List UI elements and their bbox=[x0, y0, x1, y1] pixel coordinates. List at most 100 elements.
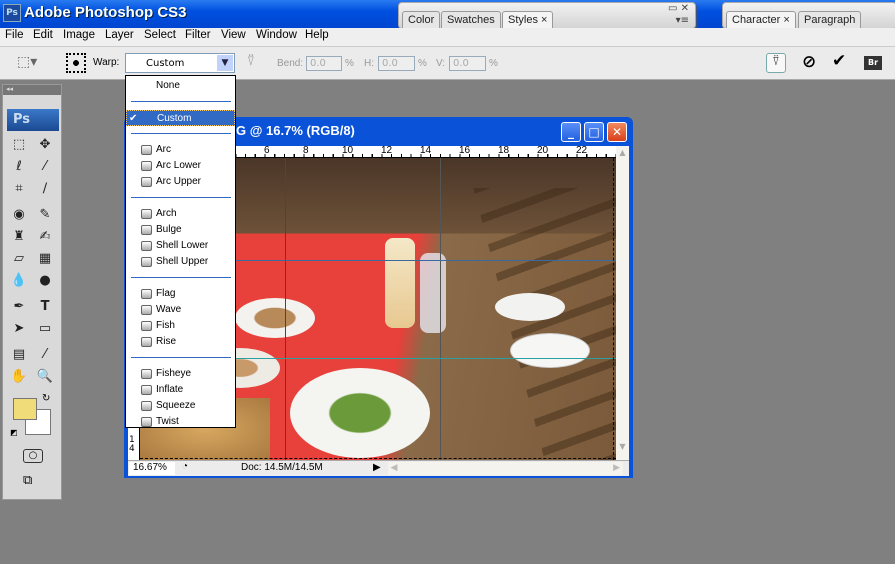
quick-mask-icon[interactable]: ○ bbox=[23, 449, 43, 463]
warp-menu-item-custom[interactable]: ✔ Custom bbox=[126, 110, 235, 126]
dodge-tool-icon[interactable]: ● bbox=[35, 272, 55, 290]
toolbox-collapse-icon[interactable]: ◂◂ bbox=[3, 85, 61, 95]
brush-tool-icon[interactable]: ✎ bbox=[35, 206, 55, 224]
menu-item-label: Wave bbox=[156, 304, 182, 315]
ruler-label: 20 bbox=[537, 145, 549, 156]
arc-upper-warp-icon bbox=[141, 177, 152, 187]
history-brush-tool-icon[interactable]: ✍ bbox=[35, 228, 55, 246]
gradient-tool-icon[interactable]: ▦ bbox=[35, 250, 55, 268]
warp-menu-item-none[interactable]: None bbox=[126, 78, 235, 94]
v-input[interactable]: 0.0 bbox=[449, 56, 486, 71]
marquee-tool-icon[interactable]: ⬚ bbox=[9, 136, 29, 154]
horizontal-scrollbar[interactable]: ◀ ▶ bbox=[388, 462, 623, 475]
panel-controls-icon[interactable]: ▭ ✕ bbox=[668, 3, 689, 14]
h-input[interactable]: 0.0 bbox=[378, 56, 415, 71]
warp-menu-item-squeeze[interactable]: Squeeze bbox=[126, 398, 235, 414]
menu-view[interactable]: View bbox=[221, 29, 246, 41]
warp-menu-item-shell-upper[interactable]: Shell Upper bbox=[126, 254, 235, 270]
close-button[interactable]: ✕ bbox=[607, 122, 627, 142]
photoshop-logo-icon[interactable]: Ps bbox=[7, 109, 59, 131]
minimize-button[interactable]: _ bbox=[561, 122, 581, 142]
warp-menu-item-wave[interactable]: Wave bbox=[126, 302, 235, 318]
bend-input[interactable]: 0.0 bbox=[306, 56, 342, 71]
warp-menu-item-bulge[interactable]: Bulge bbox=[126, 222, 235, 238]
warp-menu-item-flag[interactable]: Flag bbox=[126, 286, 235, 302]
menu-item-label: Shell Lower bbox=[156, 240, 209, 251]
lasso-tool-icon[interactable]: ℓ bbox=[9, 158, 29, 176]
shell-upper-warp-icon bbox=[141, 257, 152, 267]
hand-tool-icon[interactable]: ✋ bbox=[9, 368, 29, 386]
menu-item-label: Fish bbox=[156, 320, 175, 331]
screen-mode-icon[interactable]: ⧉ bbox=[23, 473, 32, 488]
menu-image[interactable]: Image bbox=[63, 29, 95, 41]
path-selection-tool-icon[interactable]: ➤ bbox=[9, 320, 29, 338]
type-tool-icon[interactable]: T bbox=[35, 298, 55, 316]
color-panel-group: Color Swatches Styles × ▭ ✕ ▾≡ bbox=[398, 2, 696, 31]
clone-stamp-tool-icon[interactable]: ♜ bbox=[9, 228, 29, 246]
vertical-scrollbar[interactable]: ▲ ▼ bbox=[616, 146, 629, 460]
eyedropper-tool-icon[interactable]: ⁄ bbox=[35, 346, 55, 364]
photo-plate bbox=[510, 333, 590, 368]
pen-tool-icon[interactable]: ✒ bbox=[9, 298, 29, 316]
menu-file[interactable]: File bbox=[5, 29, 24, 41]
healing-brush-tool-icon[interactable]: ◉ bbox=[9, 206, 29, 224]
magic-wand-tool-icon[interactable]: ⁄ bbox=[35, 158, 55, 176]
scroll-up-icon[interactable]: ▲ bbox=[616, 148, 629, 162]
cancel-transform-icon[interactable]: ⊘ bbox=[802, 52, 816, 72]
warp-menu-item-shell-lower[interactable]: Shell Lower bbox=[126, 238, 235, 254]
menu-layer[interactable]: Layer bbox=[105, 29, 134, 41]
commit-transform-icon[interactable]: ✔ bbox=[832, 51, 846, 71]
menu-help[interactable]: Help bbox=[305, 29, 329, 41]
menu-separator bbox=[131, 197, 231, 198]
warp-menu-item-arc[interactable]: Arc bbox=[126, 142, 235, 158]
eraser-tool-icon[interactable]: ▱ bbox=[9, 250, 29, 268]
close-icon[interactable]: × bbox=[541, 14, 547, 26]
warp-menu-item-fisheye[interactable]: Fisheye bbox=[126, 366, 235, 382]
menu-item-label: Custom bbox=[157, 113, 192, 124]
warp-menu-item-fish[interactable]: Fish bbox=[126, 318, 235, 334]
bridge-icon[interactable]: Br bbox=[864, 56, 882, 70]
slice-tool-icon[interactable]: ∕ bbox=[35, 180, 55, 198]
default-colors-icon[interactable]: ◩ bbox=[10, 428, 18, 437]
menu-edit[interactable]: Edit bbox=[33, 29, 53, 41]
zoom-tool-icon[interactable]: 🔍 bbox=[35, 368, 55, 386]
warp-menu-item-inflate[interactable]: Inflate bbox=[126, 382, 235, 398]
warp-menu-item-arc-lower[interactable]: Arc Lower bbox=[126, 158, 235, 174]
move-tool-icon[interactable]: ✥ bbox=[35, 136, 55, 154]
crop-tool-icon[interactable]: ⌗ bbox=[9, 180, 29, 198]
menu-item-label: Shell Upper bbox=[156, 256, 209, 267]
change-warp-orientation-icon[interactable]: ⍢ bbox=[247, 54, 255, 69]
reference-point-icon[interactable] bbox=[66, 53, 86, 73]
warp-menu-item-rise[interactable]: Rise bbox=[126, 334, 235, 350]
transform-tool-preset-icon[interactable]: ⬚▾ bbox=[17, 54, 37, 70]
shape-tool-icon[interactable]: ▭ bbox=[35, 320, 55, 338]
photo-plate bbox=[235, 298, 315, 338]
menu-select[interactable]: Select bbox=[144, 29, 176, 41]
foreground-color-swatch[interactable] bbox=[13, 398, 37, 420]
warp-menu-item-arc-upper[interactable]: Arc Upper bbox=[126, 174, 235, 190]
chevron-down-icon[interactable]: ▼ bbox=[217, 55, 233, 71]
photo-salad-plate bbox=[290, 368, 430, 458]
zoom-level-field[interactable]: 16.67% bbox=[129, 462, 175, 475]
blur-tool-icon[interactable]: 💧 bbox=[9, 272, 29, 290]
maximize-button[interactable]: □ bbox=[584, 122, 604, 142]
menu-separator bbox=[131, 357, 231, 358]
warp-menu-item-twist[interactable]: Twist bbox=[126, 414, 235, 430]
status-menu-arrow-icon[interactable]: ▶ bbox=[373, 462, 381, 473]
menu-window[interactable]: Window bbox=[256, 29, 297, 41]
swap-colors-icon[interactable]: ↻ bbox=[42, 393, 50, 404]
arc-warp-icon bbox=[141, 145, 152, 155]
twist-warp-icon bbox=[141, 417, 152, 427]
notes-tool-icon[interactable]: ▤ bbox=[9, 346, 29, 364]
menu-filter[interactable]: Filter bbox=[185, 29, 211, 41]
scroll-down-icon[interactable]: ▼ bbox=[616, 442, 629, 456]
warp-menu-item-arch[interactable]: Arch bbox=[126, 206, 235, 222]
wave-warp-icon bbox=[141, 305, 152, 315]
status-info-icon[interactable]: ◔ bbox=[182, 461, 188, 472]
warp-style-select[interactable]: Custom ▼ bbox=[125, 53, 235, 73]
warp-mode-toggle-icon[interactable]: ⍢ bbox=[766, 53, 786, 73]
close-icon[interactable]: × bbox=[783, 14, 789, 26]
panel-menu-icon[interactable]: ▾≡ bbox=[676, 15, 689, 26]
ruler-label: 10 bbox=[342, 145, 354, 156]
menu-item-label: Bulge bbox=[156, 224, 182, 235]
